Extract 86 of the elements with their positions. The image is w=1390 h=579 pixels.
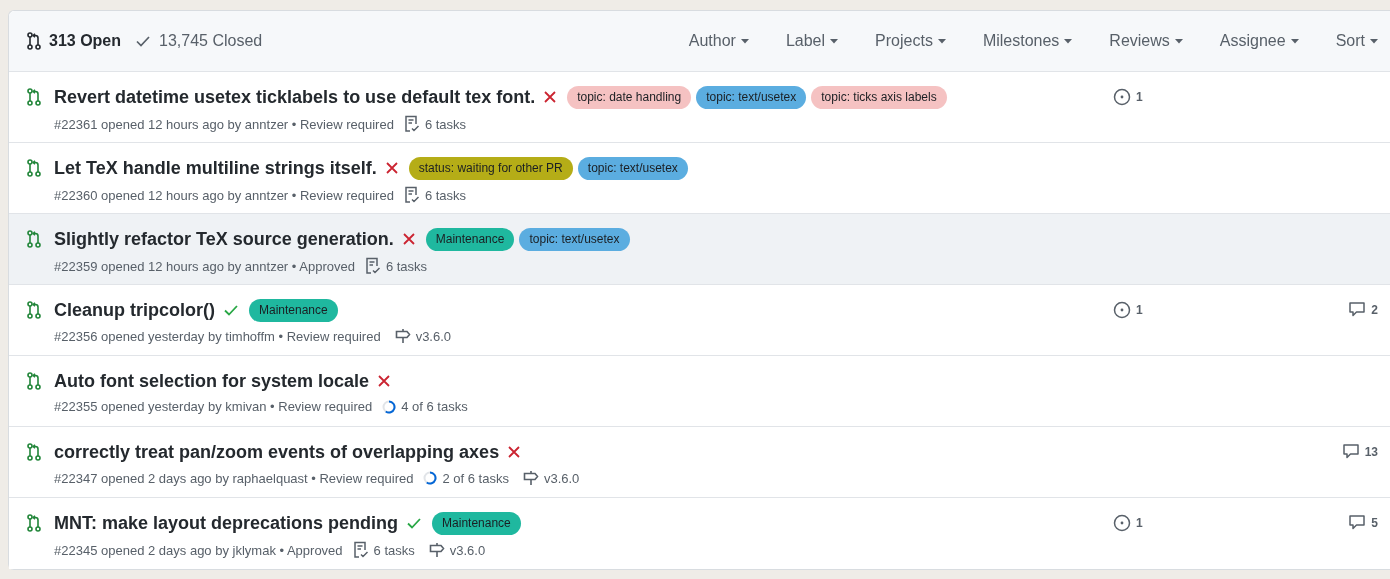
filter-dropdown[interactable]: Assignee: [1219, 32, 1299, 50]
filter-dropdown[interactable]: Projects: [875, 32, 946, 50]
linked-issues-link[interactable]: 1: [1113, 301, 1308, 319]
filter-dropdown[interactable]: Milestones: [982, 32, 1073, 50]
pull-request-meta: #22345 opened 2 days ago by jklymak • Approved: [54, 542, 343, 558]
filter-dropdown[interactable]: Author: [688, 32, 749, 50]
x-icon: [401, 232, 416, 246]
checklist-icon: [403, 115, 420, 133]
tasks-count: 2 of 6 tasks: [442, 470, 509, 486]
checklist-icon: [364, 257, 381, 275]
pull-request-icon: [27, 372, 41, 390]
tasks-count: 6 tasks: [424, 116, 467, 132]
check-icon: [406, 516, 423, 530]
milestone-link[interactable]: v3.6.0: [522, 470, 580, 486]
comment-icon: [1348, 514, 1367, 531]
tasks-count: 6 tasks: [373, 542, 415, 558]
issue-icon: [1113, 88, 1131, 106]
x-icon: [377, 374, 392, 388]
signpost-icon: [522, 470, 539, 486]
signpost-icon: [428, 542, 445, 558]
signpost-icon: [394, 328, 411, 344]
issue-icon: [1113, 301, 1131, 319]
pull-request-icon: [27, 88, 41, 106]
caret-icon: [1370, 38, 1378, 44]
label-tag[interactable]: topic: text/usetex: [696, 85, 807, 109]
pull-request-row[interactable]: Slightly refactor TeX source generation. Maintenance topic: text/usetex #22359 opened 12 hours ago by anntzer • Approved 6 tasks: [9, 214, 1390, 285]
open-filter[interactable]: 313 Open: [27, 32, 122, 50]
x-icon: [543, 90, 558, 104]
check-icon: [135, 34, 152, 48]
pull-request-meta: #22359 opened 12 hours ago by anntzer • Approved: [54, 258, 355, 274]
label-tag[interactable]: topic: text/usetex: [519, 227, 630, 251]
x-icon: [507, 445, 522, 459]
filter-dropdown[interactable]: Sort: [1335, 32, 1378, 50]
pull-request-icon: [27, 443, 41, 461]
pull-request-meta: #22361 opened 12 hours ago by anntzer • Review required: [54, 116, 394, 132]
caret-icon: [937, 38, 946, 44]
linked-issues-link[interactable]: 1: [1113, 514, 1308, 532]
pull-request-title[interactable]: correctly treat pan/zoom events of overlapping axes: [54, 441, 500, 463]
pull-request-meta: #22347 opened 2 days ago by raphaelquast • Review required: [54, 470, 414, 486]
pull-request-icon: [27, 159, 41, 177]
caret-icon: [1290, 38, 1299, 44]
milestone-link[interactable]: v3.6.0: [428, 542, 486, 558]
label-tag[interactable]: status: waiting for other PR: [408, 156, 573, 180]
pull-request-icon: [27, 514, 41, 532]
filter-dropdown[interactable]: Label: [785, 32, 839, 50]
pull-request-icon: [27, 32, 41, 50]
linked-issues-link[interactable]: 1: [1113, 88, 1308, 106]
comments-link[interactable]: 13: [1341, 443, 1378, 460]
checklist-icon: [403, 186, 420, 204]
caret-icon: [1174, 38, 1183, 44]
pull-request-meta: #22360 opened 12 hours ago by anntzer • Review required: [54, 187, 394, 203]
tasks-count: 6 tasks: [385, 258, 428, 274]
comment-icon: [1341, 443, 1360, 460]
progress-ring-icon: [382, 399, 397, 414]
tasks-count: 4 of 6 tasks: [401, 399, 468, 414]
pull-request-title[interactable]: Revert datetime usetex ticklabels to use default tex font.: [54, 86, 536, 108]
pull-request-title[interactable]: Let TeX handle multiline strings itself.: [54, 157, 377, 179]
pull-request-meta: #22356 opened yesterday by timhoffm • Review required: [54, 328, 381, 344]
comment-icon: [1348, 301, 1367, 318]
pull-request-title[interactable]: Auto font selection for system locale: [54, 370, 370, 392]
caret-icon: [740, 38, 749, 44]
label-tag[interactable]: topic: date handling: [567, 85, 692, 109]
issue-icon: [1113, 514, 1131, 532]
milestone-link[interactable]: v3.6.0: [394, 328, 452, 344]
check-icon: [223, 303, 239, 317]
label-tag[interactable]: Maintenance: [249, 298, 338, 322]
comments-link[interactable]: 2: [1348, 301, 1378, 318]
pull-request-icon: [27, 301, 41, 319]
x-icon: [384, 161, 399, 175]
label-tag[interactable]: Maintenance: [432, 511, 521, 535]
filter-dropdown[interactable]: Reviews: [1109, 32, 1183, 50]
pull-request-meta: #22355 opened yesterday by kmivan • Review required: [54, 399, 373, 414]
label-tag[interactable]: Maintenance: [425, 227, 515, 251]
label-tag[interactable]: topic: text/usetex: [577, 156, 688, 180]
checklist-icon: [352, 541, 369, 559]
closed-filter[interactable]: 13,745 Closed: [135, 32, 263, 50]
caret-icon: [1064, 38, 1073, 44]
pull-request-icon: [27, 230, 41, 248]
caret-icon: [830, 38, 839, 44]
pull-request-title[interactable]: MNT: make layout deprecations pending: [54, 512, 399, 534]
pull-request-title[interactable]: Slightly refactor TeX source generation.: [54, 228, 394, 250]
pull-request-title[interactable]: Cleanup tripcolor(): [54, 299, 215, 321]
label-tag[interactable]: topic: ticks axis labels: [811, 85, 947, 109]
comments-link[interactable]: 5: [1348, 514, 1378, 531]
tasks-count: 6 tasks: [424, 187, 467, 203]
progress-ring-icon: [423, 471, 438, 485]
